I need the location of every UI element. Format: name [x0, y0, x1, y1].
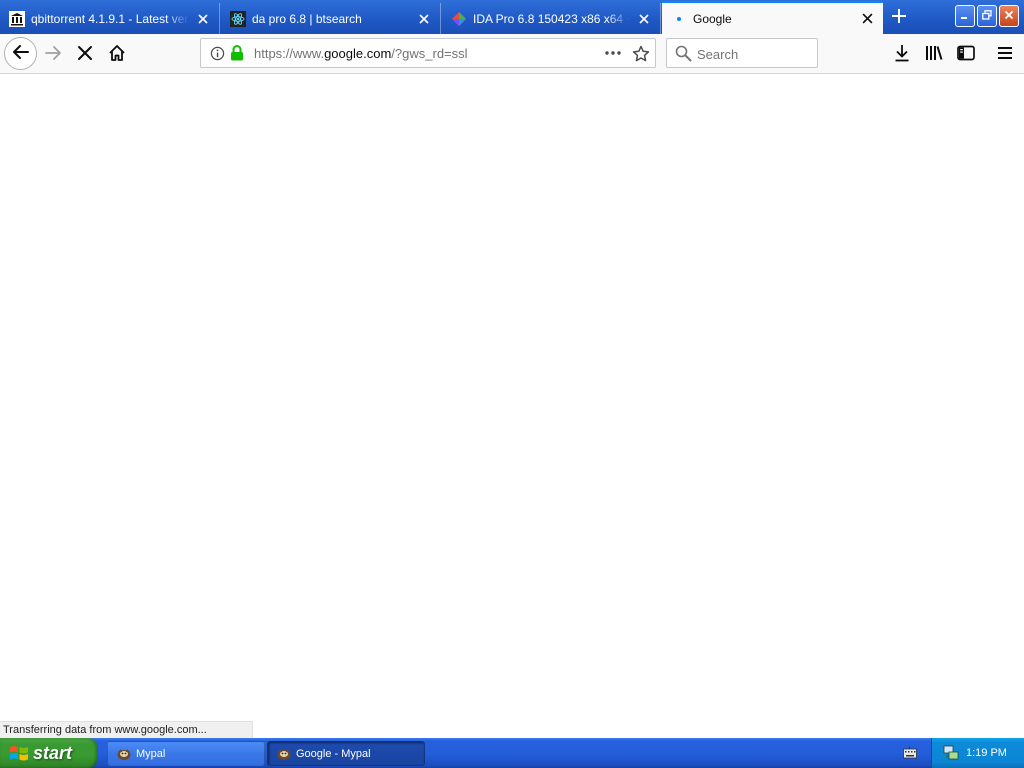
close-icon[interactable]: [636, 11, 652, 27]
download-icon: [894, 44, 910, 65]
close-icon[interactable]: [859, 11, 875, 27]
taskbar-button-label: Google - Mypal: [296, 747, 371, 760]
library-icon: [925, 45, 943, 64]
stop-icon: [77, 45, 93, 64]
url-text: https://www.google.com/?gws_rd=ssl: [254, 46, 468, 61]
page-actions-icon[interactable]: [604, 46, 622, 63]
home-icon: [108, 44, 126, 65]
back-arrow-icon: [12, 43, 30, 64]
minimize-button[interactable]: [955, 5, 975, 27]
loading-dot-icon: [671, 11, 687, 27]
close-window-button[interactable]: [999, 5, 1019, 27]
mypal-app-icon: [116, 746, 132, 762]
start-button[interactable]: start: [0, 738, 98, 768]
tab-strip: qbittorrent 4.1.9.1 - Latest version da …: [0, 0, 1024, 34]
search-bar[interactable]: [666, 38, 818, 68]
search-input[interactable]: [697, 45, 812, 63]
tab-btsearch[interactable]: da pro 6.8 | btsearch: [221, 3, 441, 34]
minimize-icon: [960, 9, 970, 23]
taskbar-button-google-mypal[interactable]: Google - Mypal: [267, 741, 425, 766]
react-icon: [230, 10, 246, 27]
url-prefix: https://www.: [254, 46, 325, 61]
close-icon: [1004, 9, 1014, 23]
bank-icon: [9, 10, 25, 27]
colorful-icon: [451, 11, 467, 27]
taskbar-button-mypal[interactable]: Mypal: [107, 741, 265, 766]
forward-arrow-icon: [44, 44, 62, 65]
tab-ida-pro[interactable]: IDA Pro 6.8 150423 x86 x64 + Hex-Rays: [442, 3, 661, 34]
navigation-toolbar: https://www.google.com/?gws_rd=ssl: [0, 34, 1024, 74]
hamburger-menu-icon: [997, 46, 1013, 63]
status-panel: Transferring data from www.google.com...: [0, 721, 253, 738]
network-icon[interactable]: [942, 744, 960, 762]
close-icon[interactable]: [195, 11, 211, 27]
close-icon[interactable]: [416, 11, 432, 27]
sidebar-icon: [957, 45, 975, 64]
search-icon: [675, 45, 692, 65]
tab-google[interactable]: Google: [662, 1, 883, 34]
taskbar-button-label: Mypal: [136, 747, 166, 760]
restore-icon: [982, 9, 992, 23]
url-bar[interactable]: https://www.google.com/?gws_rd=ssl: [200, 38, 656, 68]
system-tray: 1:19 PM: [931, 738, 1024, 768]
tab-qbittorrent[interactable]: qbittorrent 4.1.9.1 - Latest version: [0, 3, 220, 34]
library-button[interactable]: [919, 39, 949, 69]
tab-title: qbittorrent 4.1.9.1 - Latest version: [31, 11, 189, 26]
menu-button[interactable]: [990, 39, 1020, 69]
url-suffix: /?gws_rd=ssl: [391, 46, 468, 61]
tab-title: Google: [693, 11, 732, 26]
taskbar: start Mypal Google - Mypal 1:19 PM: [0, 738, 1024, 768]
mypal-app-icon: [276, 746, 292, 762]
tab-title: IDA Pro 6.8 150423 x86 x64 + Hex-Rays: [473, 11, 630, 26]
back-button[interactable]: [4, 37, 37, 70]
info-icon[interactable]: [210, 46, 225, 64]
downloads-button[interactable]: [887, 39, 917, 69]
url-host: google.com: [324, 46, 392, 61]
forward-button[interactable]: [38, 39, 68, 69]
new-tab-button[interactable]: [886, 4, 912, 30]
restore-button[interactable]: [977, 5, 997, 27]
lock-icon[interactable]: [230, 45, 244, 64]
sidebar-button[interactable]: [951, 39, 981, 69]
windows-logo-icon: [9, 744, 29, 762]
bookmark-star-icon[interactable]: [632, 45, 650, 66]
keyboard-icon[interactable]: [903, 746, 917, 763]
stop-button[interactable]: [70, 39, 100, 69]
start-label: start: [33, 742, 73, 763]
tab-title: da pro 6.8 | btsearch: [252, 11, 362, 26]
home-button[interactable]: [102, 39, 132, 69]
page-content: [0, 75, 1024, 738]
plus-icon: [892, 8, 906, 26]
clock[interactable]: 1:19 PM: [966, 747, 1007, 759]
